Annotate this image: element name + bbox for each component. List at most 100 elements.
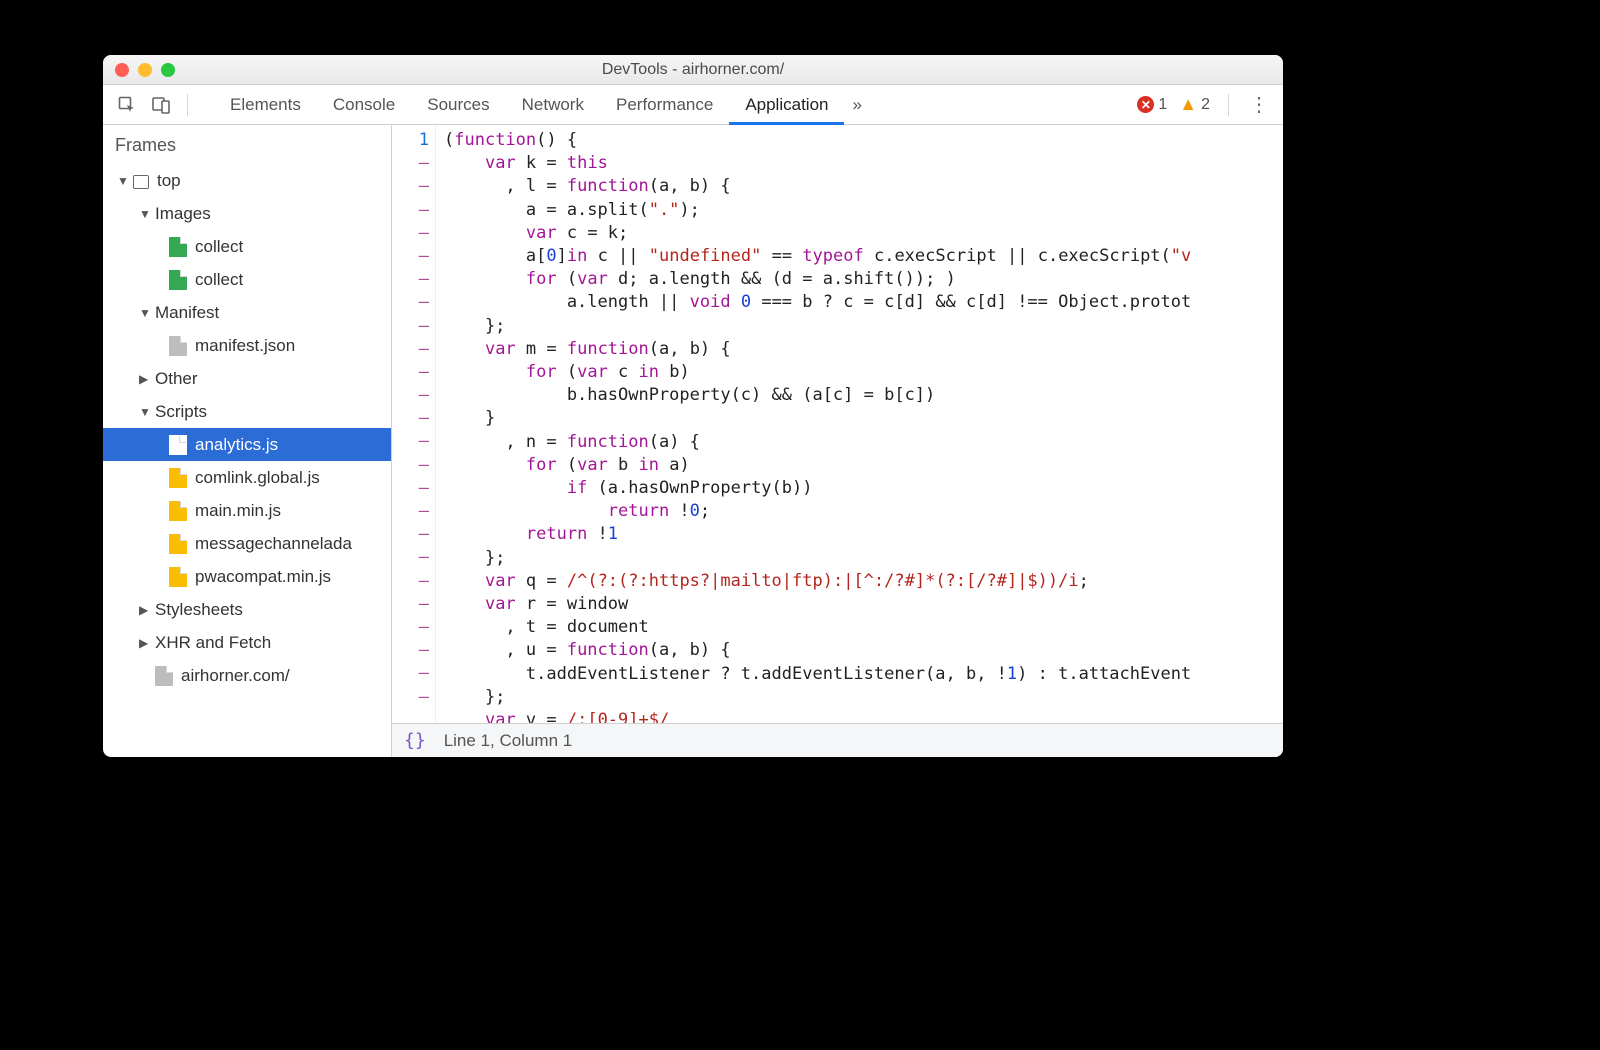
frames-sidebar: Frames ▼ top ▼ Images collect colle	[103, 125, 392, 757]
tree-label: Other	[155, 369, 198, 389]
file-icon	[155, 666, 173, 686]
tree-label: Images	[155, 204, 211, 224]
tabs-overflow-button[interactable]: »	[844, 85, 869, 125]
tree-label: main.min.js	[195, 501, 281, 521]
tree-label: Scripts	[155, 402, 207, 422]
tree-item-script[interactable]: messagechannelada	[103, 527, 391, 560]
tree-node-top[interactable]: ▼ top	[103, 164, 391, 197]
devtools-tabbar: Elements Console Sources Network Perform…	[103, 85, 1283, 125]
fold-marker-icon[interactable]: –	[419, 385, 429, 405]
fold-marker-icon[interactable]: –	[419, 362, 429, 382]
warning-count-badge[interactable]: ▲ 2	[1179, 94, 1210, 115]
tree-node-other[interactable]: ▶ Other	[103, 362, 391, 395]
tab-performance[interactable]: Performance	[600, 85, 729, 125]
cursor-position: Line 1, Column 1	[444, 731, 573, 751]
fold-marker-icon[interactable]: –	[419, 408, 429, 428]
tree-label: collect	[195, 270, 243, 290]
chevron-right-icon: ▶	[139, 603, 151, 617]
image-file-icon	[169, 237, 187, 257]
tree-item-script[interactable]: pwacompat.min.js	[103, 560, 391, 593]
fold-marker-icon[interactable]: –	[419, 663, 429, 683]
source-code[interactable]: (function() { var k = this , l = functio…	[436, 125, 1283, 723]
tab-sources[interactable]: Sources	[411, 85, 505, 125]
fold-marker-icon[interactable]: –	[419, 687, 429, 707]
fold-marker-icon[interactable]: –	[419, 547, 429, 567]
tab-network[interactable]: Network	[506, 85, 600, 125]
window-title: DevTools - airhorner.com/	[103, 61, 1283, 79]
pretty-print-icon[interactable]: {}	[404, 730, 426, 751]
line-number: 1	[419, 130, 429, 150]
fold-marker-icon[interactable]: –	[419, 640, 429, 660]
fold-marker-icon[interactable]: –	[419, 292, 429, 312]
chevron-down-icon: ▼	[139, 405, 151, 419]
zoom-window-button[interactable]	[161, 63, 175, 77]
line-gutter: 1 – – – – – – – – – – – – – – – –	[392, 125, 436, 723]
fold-marker-icon[interactable]: –	[419, 617, 429, 637]
error-icon: ✕	[1137, 96, 1154, 113]
fold-marker-icon[interactable]: –	[419, 153, 429, 173]
fold-marker-icon[interactable]: –	[419, 223, 429, 243]
tree-label: collect	[195, 237, 243, 257]
frame-icon	[133, 175, 149, 189]
tab-elements[interactable]: Elements	[214, 85, 317, 125]
frames-tree: ▼ top ▼ Images collect collect ▼	[103, 164, 391, 757]
close-window-button[interactable]	[115, 63, 129, 77]
fold-marker-icon[interactable]: –	[419, 524, 429, 544]
fold-marker-icon[interactable]: –	[419, 501, 429, 521]
fold-marker-icon[interactable]: –	[419, 571, 429, 591]
error-count: 1	[1158, 96, 1167, 114]
tree-item-image[interactable]: collect	[103, 263, 391, 296]
tree-node-manifest[interactable]: ▼ Manifest	[103, 296, 391, 329]
warning-count: 2	[1201, 96, 1210, 114]
code-area[interactable]: 1 – – – – – – – – – – – – – – – –	[392, 125, 1283, 723]
fold-marker-icon[interactable]: –	[419, 594, 429, 614]
tree-item-script[interactable]: main.min.js	[103, 494, 391, 527]
tree-item-manifest[interactable]: manifest.json	[103, 329, 391, 362]
fold-marker-icon[interactable]: –	[419, 246, 429, 266]
source-viewer: 1 – – – – – – – – – – – – – – – –	[392, 125, 1283, 757]
fold-marker-icon[interactable]: –	[419, 455, 429, 475]
warning-icon: ▲	[1179, 94, 1197, 115]
fold-marker-icon[interactable]: –	[419, 176, 429, 196]
tree-label: messagechannelada	[195, 534, 352, 554]
tree-item-root-file[interactable]: airhorner.com/	[103, 659, 391, 692]
panel-tabs: Elements Console Sources Network Perform…	[214, 85, 870, 125]
error-count-badge[interactable]: ✕ 1	[1137, 96, 1167, 114]
script-file-icon	[169, 501, 187, 521]
chevron-down-icon: ▼	[117, 174, 129, 188]
tree-item-script-selected[interactable]: analytics.js	[103, 428, 391, 461]
fold-marker-icon[interactable]: –	[419, 316, 429, 336]
chevron-down-icon: ▼	[139, 207, 151, 221]
settings-kebab-icon[interactable]: ⋮	[1241, 92, 1277, 117]
inspect-element-icon[interactable]	[113, 91, 141, 119]
tree-node-scripts[interactable]: ▼ Scripts	[103, 395, 391, 428]
titlebar: DevTools - airhorner.com/	[103, 55, 1283, 85]
tree-node-xhr[interactable]: ▶ XHR and Fetch	[103, 626, 391, 659]
tree-node-stylesheets[interactable]: ▶ Stylesheets	[103, 593, 391, 626]
fold-marker-icon[interactable]: –	[419, 339, 429, 359]
fold-marker-icon[interactable]: –	[419, 478, 429, 498]
tab-application[interactable]: Application	[729, 85, 844, 125]
file-icon	[169, 336, 187, 356]
minimize-window-button[interactable]	[138, 63, 152, 77]
tree-label: analytics.js	[195, 435, 278, 455]
sidebar-heading: Frames	[103, 125, 391, 164]
tree-label: airhorner.com/	[181, 666, 290, 686]
fold-marker-icon[interactable]: –	[419, 431, 429, 451]
tree-label: top	[157, 171, 181, 191]
chevron-down-icon: ▼	[139, 306, 151, 320]
tree-label: Stylesheets	[155, 600, 243, 620]
traffic-lights	[103, 63, 175, 77]
tab-console[interactable]: Console	[317, 85, 411, 125]
tree-item-image[interactable]: collect	[103, 230, 391, 263]
tree-node-images[interactable]: ▼ Images	[103, 197, 391, 230]
fold-marker-icon[interactable]: –	[419, 200, 429, 220]
tree-label: pwacompat.min.js	[195, 567, 331, 587]
device-toggle-icon[interactable]	[147, 91, 175, 119]
source-statusbar: {} Line 1, Column 1	[392, 723, 1283, 757]
tree-item-script[interactable]: comlink.global.js	[103, 461, 391, 494]
script-file-icon	[169, 534, 187, 554]
fold-marker-icon[interactable]: –	[419, 269, 429, 289]
separator	[1228, 94, 1229, 116]
script-file-icon	[169, 468, 187, 488]
